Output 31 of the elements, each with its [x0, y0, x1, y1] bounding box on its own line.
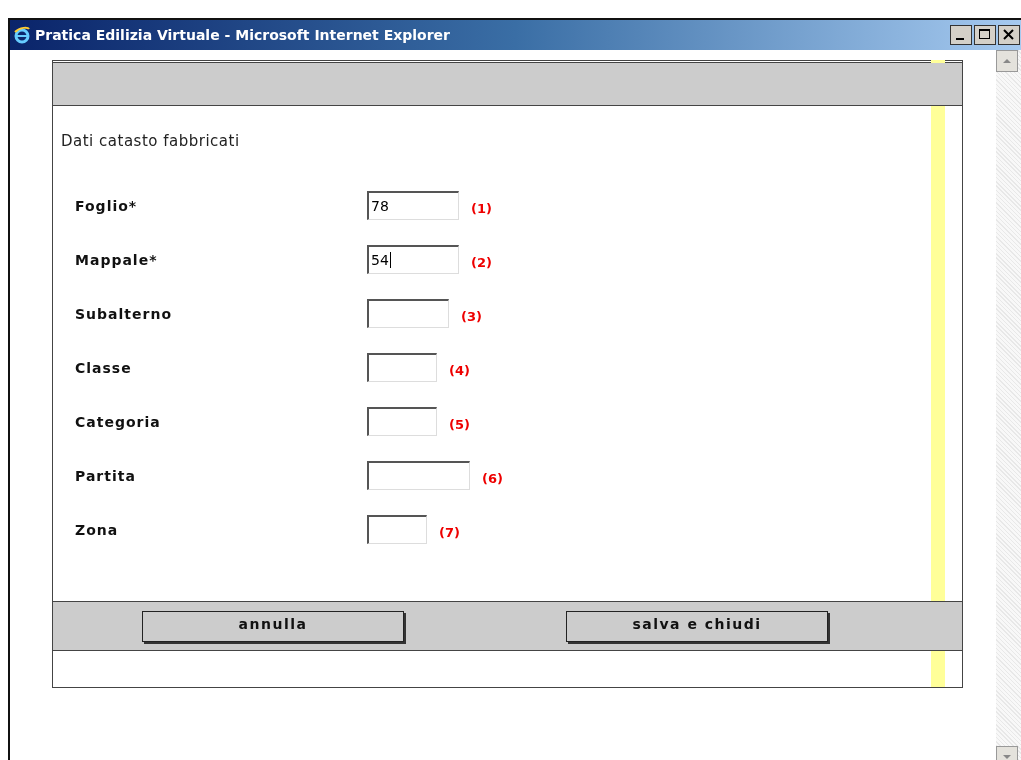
input-field[interactable]: 78 [367, 191, 459, 220]
input-field[interactable]: 54 [367, 245, 459, 274]
field-label: Foglio* [75, 197, 139, 214]
field-label: Subalterno [75, 305, 173, 322]
field-note: (2) [471, 255, 492, 270]
scroll-up-icon[interactable] [996, 50, 1018, 72]
field-note: (5) [449, 417, 470, 432]
window-title: Pratica Edilizia Virtuale - Microsoft Internet Explorer [35, 27, 452, 43]
field-note: (6) [482, 471, 503, 486]
section-title: Dati catasto fabbricati [61, 132, 241, 150]
field-note: (1) [471, 201, 492, 216]
maximize-icon[interactable] [974, 25, 996, 45]
close-icon[interactable] [998, 25, 1020, 45]
field-label: Zona [75, 521, 120, 538]
input-field[interactable] [367, 299, 449, 328]
minimize-icon[interactable] [950, 25, 972, 45]
input-field[interactable] [367, 353, 437, 382]
field-note: (4) [449, 363, 470, 378]
field-label: Partita [75, 467, 137, 484]
browser-logo-icon [13, 26, 31, 44]
input-field[interactable] [367, 461, 470, 490]
field-label: Classe [75, 359, 133, 376]
field-note: (3) [461, 309, 482, 324]
field-label: Mappale* [75, 251, 159, 268]
field-label: Categoria [75, 413, 162, 430]
field-note: (7) [439, 525, 460, 540]
save-close-button[interactable]: salva e chiudi [566, 610, 828, 642]
input-field[interactable] [367, 407, 437, 436]
scrollbar[interactable] [996, 50, 1021, 760]
cancel-button[interactable]: annulla [142, 610, 404, 642]
input-field[interactable] [367, 515, 427, 544]
